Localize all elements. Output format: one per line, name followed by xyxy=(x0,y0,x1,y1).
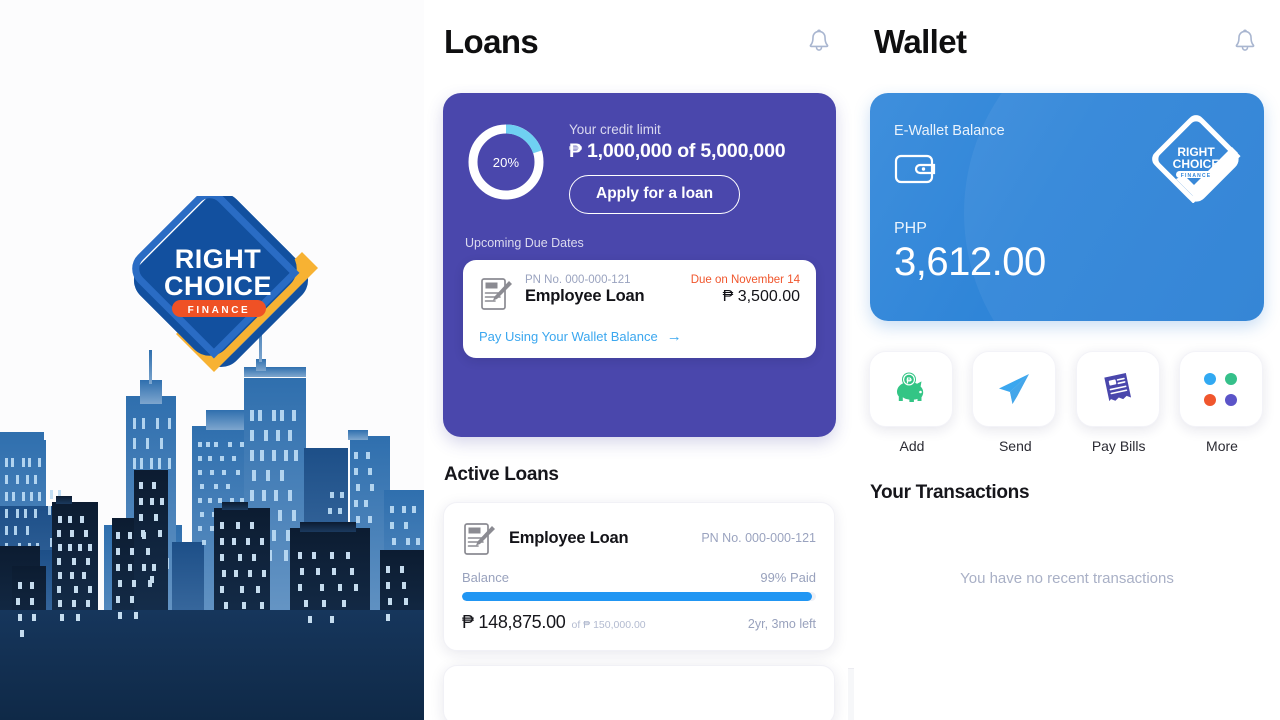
credit-info: Your credit limit ₱ 1,000,000 of 5,000,0… xyxy=(569,119,786,214)
dot-blue xyxy=(1204,372,1217,385)
donut-percent-label: 20% xyxy=(492,154,520,170)
upcoming-due-card[interactable]: PN No. 000-000-121 Employee Loan Due on … xyxy=(463,260,816,358)
wallet-header: Wallet xyxy=(854,0,1280,84)
arrow-right-icon: → xyxy=(666,328,682,345)
wallet-balance-amount: 3,612.00 xyxy=(894,240,1046,284)
dot-green xyxy=(1225,372,1238,385)
active-loan-name: Employee Loan xyxy=(509,528,629,547)
action-pay-bills-tile[interactable] xyxy=(1075,351,1160,427)
screenshot-root: RIGHT CHOICE FINANCE Loans 20% Your cred… xyxy=(0,0,1280,720)
wallet-body: E-Wallet Balance PHP 3,612.00 RIGHT CHOI… xyxy=(854,84,1280,720)
paid-percent-label: 99% Paid xyxy=(760,570,816,585)
credit-limit-caption: Your credit limit xyxy=(569,122,661,137)
action-pay-bills[interactable]: Pay Bills xyxy=(1075,351,1162,454)
active-loan-meta: Balance 99% Paid xyxy=(462,570,816,585)
notification-bell-icon[interactable] xyxy=(1232,28,1258,56)
loans-header: Loans xyxy=(424,0,854,84)
action-more[interactable]: More xyxy=(1178,351,1265,454)
active-loan-pn: PN No. 000-000-121 xyxy=(701,531,816,545)
pay-link-label: Pay Using Your Wallet Balance xyxy=(479,329,658,344)
transactions-title: Your Transactions xyxy=(870,482,1030,503)
due-amount-block: Due on November 14 ₱ 3,500.00 xyxy=(691,274,800,306)
action-add-tile[interactable]: ₱ xyxy=(869,351,953,427)
right-choice-finance-logo: RIGHT CHOICE FINANCE xyxy=(132,196,318,372)
wallet-quick-actions: ₱ Add Send Pay Bills More xyxy=(869,351,1265,454)
apply-for-a-loan-button[interactable]: Apply for a loan xyxy=(569,175,741,214)
dot-orange xyxy=(1204,393,1217,406)
due-row: PN No. 000-000-121 Employee Loan Due on … xyxy=(479,274,800,312)
loan-term-left: 2yr, 3mo left xyxy=(747,617,816,631)
credit-top-row: 20% Your credit limit ₱ 1,000,000 of 5,0… xyxy=(463,119,816,214)
logo-line2: CHOICE xyxy=(164,271,272,301)
paper-plane-icon xyxy=(999,374,1030,404)
due-loan-name: Employee Loan xyxy=(525,287,645,305)
transactions-empty-message: You have no recent transactions xyxy=(960,570,1174,587)
loans-body: 20% Your credit limit ₱ 1,000,000 of 5,0… xyxy=(424,84,854,720)
active-loans-title: Active Loans xyxy=(444,464,559,485)
active-loan-card[interactable]: Employee Loan PN No. 000-000-121 Balance… xyxy=(443,502,835,651)
active-loan-card-next[interactable] xyxy=(443,665,835,720)
active-loan-head: Employee Loan PN No. 000-000-121 xyxy=(462,519,816,557)
dot-purple xyxy=(1225,393,1238,406)
right-choice-finance-logo: RIGHT CHOICE FINANCE xyxy=(1152,115,1241,203)
due-pn-number: PN No. 000-000-121 xyxy=(525,274,631,286)
piggy-bank-icon: ₱ xyxy=(897,372,924,402)
ewallet-balance-card[interactable]: E-Wallet Balance PHP 3,612.00 RIGHT CHOI… xyxy=(870,93,1264,321)
svg-text:₱: ₱ xyxy=(906,377,912,386)
logo-line1: RIGHT xyxy=(175,244,262,274)
due-details: PN No. 000-000-121 Employee Loan xyxy=(525,274,679,306)
page-title-loans: Loans xyxy=(444,23,539,60)
branding-panel: RIGHT CHOICE FINANCE xyxy=(0,0,424,720)
loan-document-icon xyxy=(481,278,512,310)
due-amount: ₱ 3,500.00 xyxy=(722,288,800,305)
due-date-text: Due on November 14 xyxy=(690,274,800,286)
grid-dots-icon xyxy=(1204,372,1238,406)
credit-usage-donut: 20% xyxy=(463,119,549,205)
loans-panel: Loans 20% Your credit limit ₱ 1,000,000 … xyxy=(424,0,854,720)
logo-line2: CHOICE xyxy=(1173,157,1220,171)
notification-bell-icon[interactable] xyxy=(806,28,832,56)
wallet-currency: PHP xyxy=(894,220,927,237)
active-loan-footer: ₱ 148,875.00 of ₱ 150,000.00 2yr, 3mo le… xyxy=(462,612,816,633)
action-send-tile[interactable] xyxy=(972,351,1057,427)
credit-limit-card: 20% Your credit limit ₱ 1,000,000 of 5,0… xyxy=(443,93,836,437)
loan-total-amount: of ₱ 150,000.00 xyxy=(571,619,646,631)
credit-limit-amount: ₱ 1,000,000 of 5,000,000 xyxy=(569,140,786,162)
loan-progress-bar xyxy=(462,592,816,601)
logo-badge: FINANCE xyxy=(188,305,251,316)
pay-using-wallet-link[interactable]: Pay Using Your Wallet Balance → xyxy=(479,329,800,344)
loan-document-icon xyxy=(464,523,495,555)
bill-icon xyxy=(1103,373,1131,402)
action-add-label: Add xyxy=(899,438,925,454)
wallet-panel: Wallet E-Wallet Balance PHP 3,612.00 RIG… xyxy=(854,0,1280,720)
action-more-label: More xyxy=(1206,438,1238,454)
action-send[interactable]: Send xyxy=(972,351,1058,454)
upcoming-due-dates-label: Upcoming Due Dates xyxy=(465,236,584,250)
logo-badge: FINANCE xyxy=(1181,173,1212,179)
page-title-wallet: Wallet xyxy=(874,23,967,60)
loan-progress-fill xyxy=(462,592,813,601)
action-send-label: Send xyxy=(998,438,1032,454)
wallet-icon xyxy=(894,154,936,184)
action-more-tile[interactable] xyxy=(1178,351,1263,427)
action-add[interactable]: ₱ Add xyxy=(869,351,955,454)
action-pay-bills-label: Pay Bills xyxy=(1091,438,1146,454)
balance-label: Balance xyxy=(462,570,509,585)
loan-balance-amount: ₱ 148,875.00 xyxy=(462,612,566,632)
